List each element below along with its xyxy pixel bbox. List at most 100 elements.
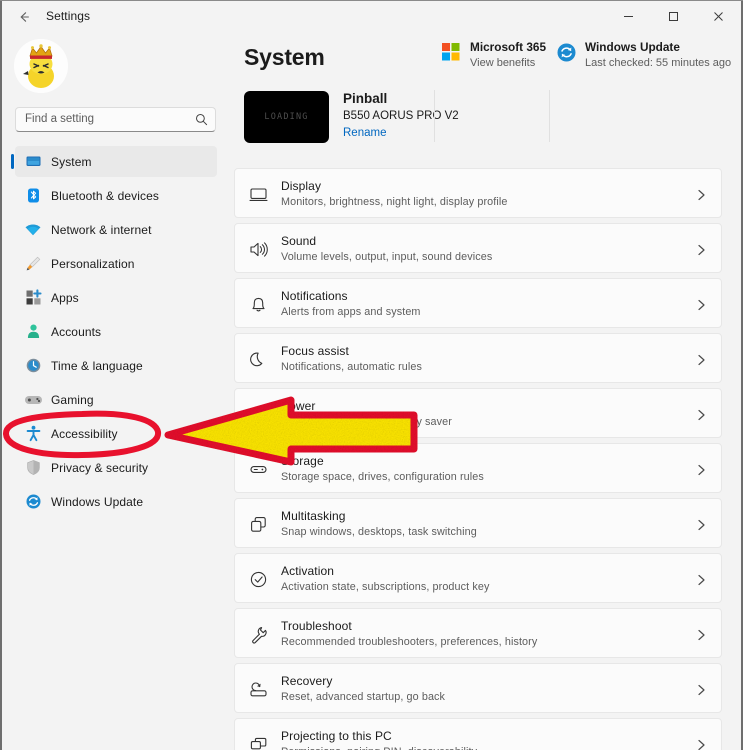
device-summary: LOADING Pinball B550 AORUS PRO V2 Rename xyxy=(244,91,739,143)
search-input[interactable]: Find a setting xyxy=(15,107,216,132)
multitasking-icon xyxy=(248,514,268,534)
maximize-button[interactable] xyxy=(651,1,696,32)
device-thumbnail: LOADING xyxy=(244,91,329,143)
device-name: Pinball xyxy=(343,91,388,106)
sidebar: Find a setting System Bluetooth & device… xyxy=(2,32,230,750)
settings-row-notifications[interactable]: Notifications Alerts from apps and syste… xyxy=(234,278,722,328)
check-circle-icon xyxy=(248,569,268,589)
settings-row-title: Focus assist xyxy=(281,344,349,358)
settings-row-sound[interactable]: Sound Volume levels, output, input, soun… xyxy=(234,223,722,273)
main-content: System LOADING Pinball B550 AORUS PRO V2… xyxy=(230,32,741,750)
settings-row-focus-assist[interactable]: Focus assist Notifications, automatic ru… xyxy=(234,333,722,383)
bell-icon xyxy=(248,294,268,314)
settings-row-projecting-to-this-pc[interactable]: Projecting to this PC Permissions, pairi… xyxy=(234,718,722,750)
chevron-right-icon xyxy=(696,628,707,646)
sidebar-item-time-language[interactable]: Time & language xyxy=(15,350,217,381)
back-button[interactable] xyxy=(12,5,36,29)
settings-row-title: Troubleshoot xyxy=(281,619,352,633)
window-title: Settings xyxy=(46,9,91,23)
microsoft-365-title: Microsoft 365 xyxy=(470,40,547,54)
sidebar-item-accessibility[interactable]: Accessibility xyxy=(15,418,217,449)
sidebar-item-label: Personalization xyxy=(51,256,135,271)
device-model: B550 AORUS PRO V2 xyxy=(343,110,459,122)
settings-row-troubleshoot[interactable]: Troubleshoot Recommended troubleshooters… xyxy=(234,608,722,658)
sidebar-item-bluetooth-devices[interactable]: Bluetooth & devices xyxy=(15,180,217,211)
settings-row-subtitle: Sleep, battery usage, battery saver xyxy=(281,416,452,428)
microsoft-365-icon xyxy=(442,43,460,66)
clock-globe-icon xyxy=(19,356,47,376)
sidebar-nav: System Bluetooth & devices Network & int… xyxy=(2,146,230,520)
settings-row-title: Sound xyxy=(281,234,317,248)
settings-row-subtitle: Notifications, automatic rules xyxy=(281,361,423,373)
rename-link[interactable]: Rename xyxy=(343,127,386,139)
back-arrow-icon xyxy=(17,10,31,24)
paintbrush-icon xyxy=(19,254,47,274)
monitor-icon xyxy=(248,184,268,204)
settings-row-subtitle: Monitors, brightness, night light, displ… xyxy=(281,196,508,208)
sidebar-item-label: Windows Update xyxy=(51,494,144,509)
sidebar-item-label: Privacy & security xyxy=(51,460,149,475)
sidebar-item-gaming[interactable]: Gaming xyxy=(15,384,217,415)
chevron-right-icon xyxy=(696,738,707,750)
moon-icon xyxy=(248,349,268,369)
sidebar-item-windows-update[interactable]: Windows Update xyxy=(15,486,217,517)
chevron-right-icon xyxy=(696,463,707,481)
close-button[interactable] xyxy=(696,1,741,32)
gamepad-icon xyxy=(19,390,47,410)
apps-icon xyxy=(19,288,47,308)
settings-row-recovery[interactable]: Recovery Reset, advanced startup, go bac… xyxy=(234,663,722,713)
sidebar-item-label: System xyxy=(51,154,92,169)
chevron-right-icon xyxy=(696,683,707,701)
windows-update-title: Windows Update xyxy=(585,40,680,54)
settings-row-title: Activation xyxy=(281,564,335,578)
chevron-right-icon xyxy=(696,408,707,426)
settings-row-subtitle: Reset, advanced startup, go back xyxy=(281,691,446,703)
chevron-right-icon xyxy=(696,188,707,206)
settings-row-power[interactable]: Power Sleep, battery usage, battery save… xyxy=(234,388,722,438)
settings-row-subtitle: Activation state, subscriptions, product… xyxy=(281,581,490,593)
microsoft-365-subtitle[interactable]: View benefits xyxy=(470,57,535,69)
sidebar-item-label: Accounts xyxy=(51,324,102,339)
selection-indicator xyxy=(11,154,14,169)
sidebar-item-apps[interactable]: Apps xyxy=(15,282,217,313)
title-bar: Settings xyxy=(2,1,741,32)
sidebar-item-privacy-security[interactable]: Privacy & security xyxy=(15,452,217,483)
shield-icon xyxy=(19,458,47,478)
settings-row-title: Power xyxy=(281,399,316,413)
sidebar-item-label: Apps xyxy=(51,290,79,305)
settings-row-display[interactable]: Display Monitors, brightness, night ligh… xyxy=(234,168,722,218)
chevron-right-icon xyxy=(696,573,707,591)
settings-list: Display Monitors, brightness, night ligh… xyxy=(234,168,729,750)
settings-row-title: Display xyxy=(281,179,322,193)
accessibility-icon xyxy=(19,424,47,444)
windows-update-subtitle: Last checked: 55 minutes ago xyxy=(585,57,732,69)
speaker-icon xyxy=(248,239,268,259)
power-icon xyxy=(248,404,268,424)
settings-row-activation[interactable]: Activation Activation state, subscriptio… xyxy=(234,553,722,603)
settings-row-subtitle: Alerts from apps and system xyxy=(281,306,421,318)
device-thumbnail-text: LOADING xyxy=(264,112,309,122)
drive-icon xyxy=(248,459,268,479)
recovery-icon xyxy=(248,679,268,699)
window-border-top xyxy=(0,0,743,1)
chevron-right-icon xyxy=(696,243,707,261)
settings-row-subtitle: Storage space, drives, configuration rul… xyxy=(281,471,484,483)
wrench-icon xyxy=(248,624,268,644)
settings-row-multitasking[interactable]: Multitasking Snap windows, desktops, tas… xyxy=(234,498,722,548)
chevron-right-icon xyxy=(696,353,707,371)
sidebar-item-label: Bluetooth & devices xyxy=(51,188,159,203)
sidebar-item-personalization[interactable]: Personalization xyxy=(15,248,217,279)
settings-row-storage[interactable]: Storage Storage space, drives, configura… xyxy=(234,443,722,493)
sidebar-item-network-internet[interactable]: Network & internet xyxy=(15,214,217,245)
sidebar-item-label: Gaming xyxy=(51,392,94,407)
search-icon xyxy=(195,113,208,131)
window-controls xyxy=(606,1,741,32)
user-avatar[interactable] xyxy=(14,39,68,93)
settings-row-title: Notifications xyxy=(281,289,348,303)
minimize-button[interactable] xyxy=(606,1,651,32)
sidebar-item-system[interactable]: System xyxy=(11,146,217,177)
sidebar-item-accounts[interactable]: Accounts xyxy=(15,316,217,347)
sidebar-item-label: Network & internet xyxy=(51,222,152,237)
settings-row-title: Multitasking xyxy=(281,509,346,523)
settings-row-title: Recovery xyxy=(281,674,333,688)
